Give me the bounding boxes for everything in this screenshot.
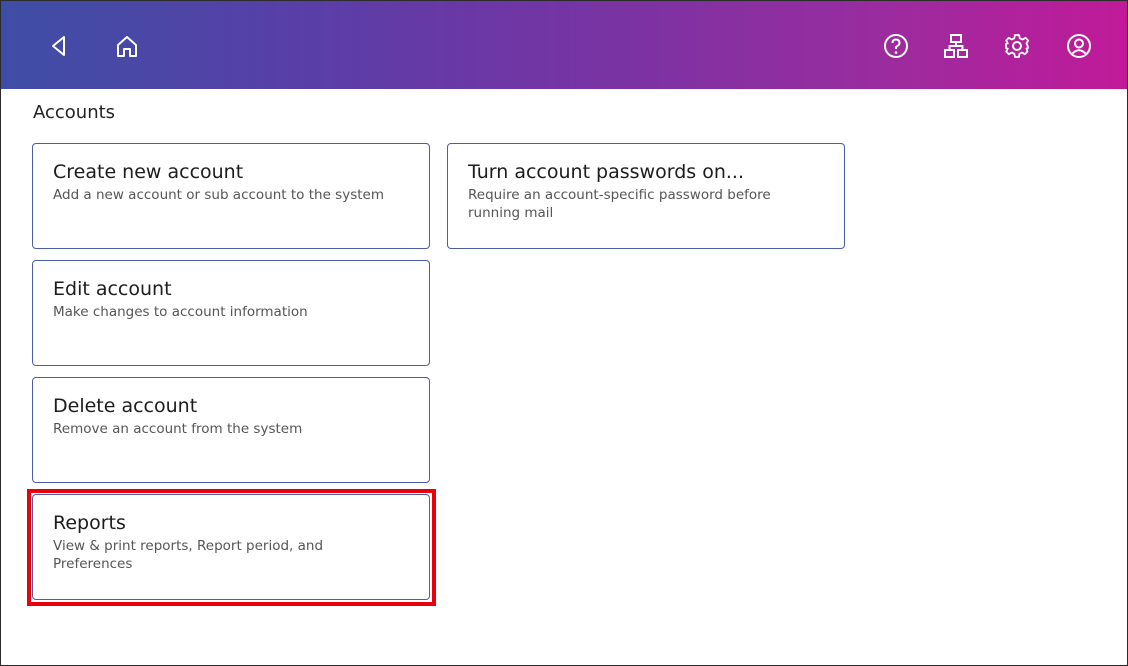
account-passwords-title: Turn account passwords on... bbox=[468, 161, 744, 183]
top-navigation-bar bbox=[1, 1, 1127, 89]
delete-account-card[interactable]: Delete account Remove an account from th… bbox=[32, 377, 430, 483]
page-title: Accounts bbox=[33, 102, 116, 123]
help-icon[interactable] bbox=[878, 28, 914, 64]
gear-icon[interactable] bbox=[999, 28, 1035, 64]
create-account-title: Create new account bbox=[53, 161, 244, 183]
user-icon[interactable] bbox=[1061, 28, 1097, 64]
edit-account-description: Make changes to account information bbox=[53, 304, 308, 320]
create-account-description: Add a new account or sub account to the … bbox=[53, 187, 384, 203]
account-passwords-description: Require an account-specific password bef… bbox=[468, 187, 771, 221]
reports-highlight-box bbox=[27, 489, 436, 606]
edit-account-card[interactable]: Edit account Make changes to account inf… bbox=[32, 260, 430, 366]
app-window: Accounts Create new account Add a new ac… bbox=[0, 0, 1128, 666]
back-icon[interactable] bbox=[41, 28, 77, 64]
network-icon[interactable] bbox=[938, 28, 974, 64]
edit-account-title: Edit account bbox=[53, 278, 172, 300]
delete-account-title: Delete account bbox=[53, 395, 198, 417]
delete-account-description: Remove an account from the system bbox=[53, 421, 303, 437]
account-passwords-card[interactable]: Turn account passwords on... Require an … bbox=[447, 143, 845, 249]
home-icon[interactable] bbox=[109, 28, 145, 64]
create-account-card[interactable]: Create new account Add a new account or … bbox=[32, 143, 430, 249]
